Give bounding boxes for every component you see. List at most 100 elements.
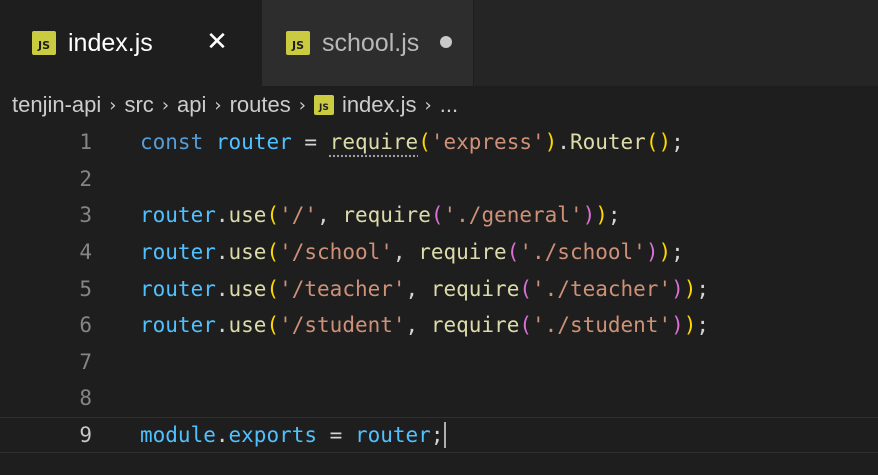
function-token: use	[228, 240, 267, 265]
breadcrumb-item-symbols[interactable]: ...	[440, 92, 458, 118]
breadcrumb-item-api[interactable]: api	[177, 92, 206, 118]
line-content: router. use('/', require('./general'));	[140, 203, 621, 227]
function-token: require	[430, 313, 520, 338]
line-content: module. exports = router;	[140, 422, 447, 449]
line-number: 2	[79, 166, 92, 191]
line-content: router. use('/school', require('./school'…	[140, 240, 684, 264]
bracket-token: (	[430, 203, 444, 228]
string-token: './school'	[519, 240, 646, 265]
tab-label: school.js	[322, 28, 420, 57]
function-token: use	[228, 313, 267, 338]
line-content: router. use('/student', require('./studen…	[140, 313, 709, 337]
function-token: use	[228, 276, 267, 301]
text-cursor	[444, 422, 447, 449]
bracket-token: (	[519, 313, 533, 338]
comma-token: ,	[405, 276, 431, 301]
bracket-token: (	[506, 240, 520, 265]
code-line[interactable]: 7	[0, 344, 878, 381]
chevron-right-icon: ›	[214, 94, 222, 116]
chevron-right-icon: ›	[298, 94, 306, 116]
line-number: 7	[79, 349, 92, 374]
bracket-token: (	[266, 276, 280, 301]
semicolon-token: ;	[696, 313, 710, 338]
tab-bar: JS index.js ✕ JS school.js	[0, 0, 878, 86]
string-token: './student'	[532, 313, 672, 338]
bracket-token: )	[544, 130, 558, 155]
line-content: router. use('/teacher', require('./teache…	[140, 277, 709, 301]
code-line[interactable]: 1 const router = require('express'). Rout…	[0, 124, 878, 161]
tab-index-js[interactable]: JS index.js ✕	[0, 0, 262, 86]
tab-school-js[interactable]: JS school.js	[262, 0, 474, 86]
variable-token: router	[215, 130, 292, 155]
string-token: '/student'	[279, 313, 406, 338]
bracket-token: )	[582, 203, 596, 228]
property-token: exports	[228, 423, 318, 448]
chevron-right-icon: ›	[424, 94, 432, 116]
chevron-right-icon: ›	[161, 94, 170, 116]
line-number: 8	[79, 386, 92, 411]
breadcrumb-item-index-js[interactable]: index.js	[342, 92, 417, 118]
breadcrumb-item-src[interactable]: src	[124, 92, 153, 118]
variable-token: router	[354, 423, 431, 448]
line-number: 4	[79, 240, 92, 265]
breadcrumb-item-tenjin-api[interactable]: tenjin-api	[12, 92, 101, 118]
keyword-token: const	[140, 130, 204, 155]
unsaved-dot-icon[interactable]	[440, 36, 452, 48]
js-file-icon: JS	[286, 31, 310, 55]
bracket-token: (	[418, 130, 431, 155]
bracket-token: )	[683, 276, 697, 301]
bracket-token: )	[671, 276, 684, 301]
dot-token: .	[215, 313, 229, 338]
variable-token: router	[140, 313, 216, 338]
dot-token: .	[215, 423, 229, 448]
semicolon-token: ;	[696, 276, 710, 301]
semicolon-token: ;	[671, 240, 684, 265]
code-line-current[interactable]: 9 module. exports = router;	[0, 416, 878, 454]
code-area[interactable]: 1 const router = require('express'). Rout…	[0, 124, 878, 475]
close-icon[interactable]: ✕	[201, 26, 233, 58]
bracket-token: (	[266, 313, 280, 338]
comma-token: ,	[392, 240, 419, 265]
bracket-token: (	[519, 276, 533, 301]
line-number: 1	[79, 130, 92, 155]
bracket-token: ()	[645, 130, 672, 155]
comma-token: ,	[405, 313, 431, 338]
line-number: 9	[79, 423, 92, 448]
function-token: use	[228, 203, 267, 228]
semicolon-token: ;	[671, 130, 684, 155]
breadcrumb-item-routes[interactable]: routes	[230, 92, 291, 118]
operator-token: =	[317, 423, 355, 448]
variable-token: module	[140, 423, 216, 448]
variable-token: router	[140, 276, 216, 301]
code-line[interactable]: 6 router. use('/student', require('./stud…	[0, 307, 878, 344]
dot-token: .	[215, 276, 229, 301]
code-editor: JS index.js ✕ JS school.js tenjin-api › …	[0, 0, 878, 475]
bracket-token: )	[595, 203, 608, 228]
semicolon-token: ;	[607, 203, 621, 228]
code-line[interactable]: 2	[0, 161, 878, 198]
bracket-token: (	[266, 240, 280, 265]
code-line[interactable]: 5 router. use('/teacher', require('./teac…	[0, 270, 878, 307]
code-line[interactable]: 8	[0, 380, 878, 417]
variable-token: router	[140, 203, 216, 228]
function-token: require	[418, 240, 507, 265]
string-token: '/'	[279, 203, 318, 228]
code-line[interactable]: 3 router. use('/', require('./general'));	[0, 197, 878, 234]
line-number: 6	[79, 313, 92, 338]
breadcrumb: tenjin-api › src › api › routes › JS ind…	[0, 86, 878, 124]
variable-token: router	[140, 240, 216, 265]
js-file-icon: JS	[32, 31, 56, 55]
dot-token: .	[215, 203, 229, 228]
bracket-token: )	[645, 240, 659, 265]
string-token: '/teacher'	[279, 276, 406, 301]
js-file-icon: JS	[313, 95, 334, 115]
function-token: Router	[569, 130, 646, 155]
tab-label: index.js	[68, 28, 153, 57]
function-token: require	[342, 203, 431, 228]
chevron-right-icon: ›	[109, 94, 117, 116]
function-token: require	[430, 276, 520, 301]
semicolon-token: ;	[430, 423, 444, 448]
dot-token: .	[215, 240, 229, 265]
string-token: 'express'	[430, 130, 545, 155]
code-line[interactable]: 4 router. use('/school', require('./schoo…	[0, 234, 878, 271]
